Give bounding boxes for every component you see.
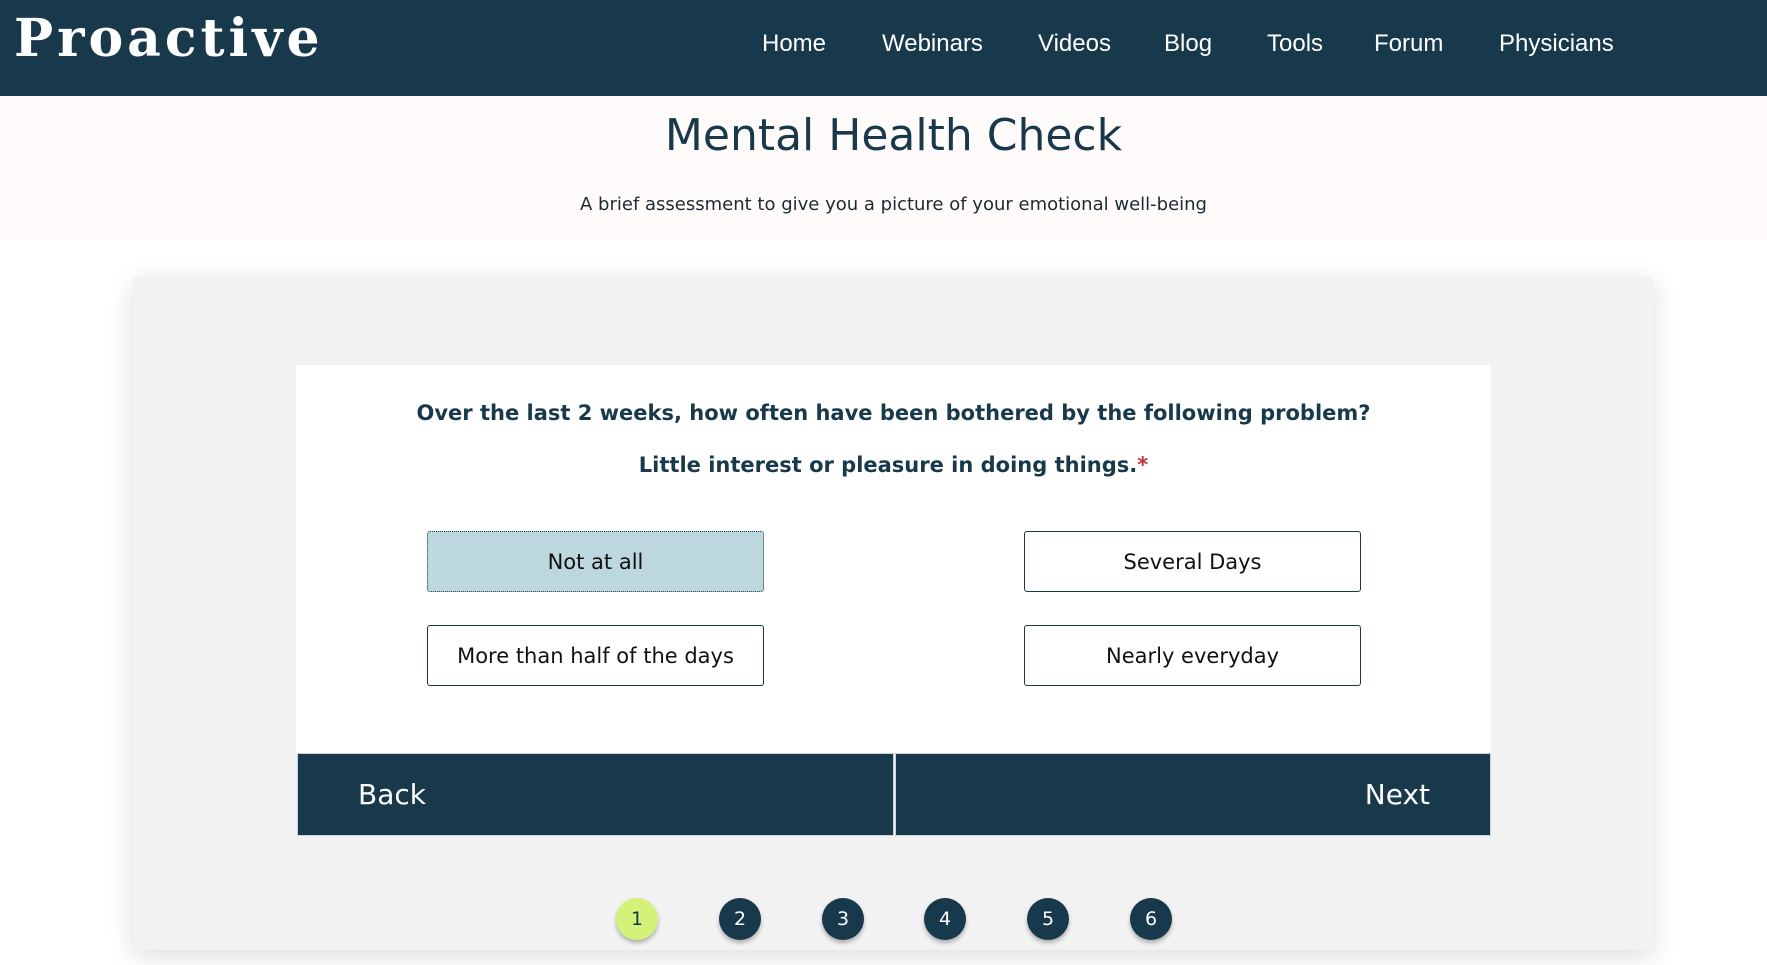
required-marker: *: [1137, 453, 1149, 477]
nav-item-forum[interactable]: Forum: [1374, 30, 1443, 58]
nav-item-blog[interactable]: Blog: [1164, 30, 1212, 58]
step-2[interactable]: 2: [719, 898, 761, 940]
main-nav: Home Webinars Videos Blog Tools Forum Ph…: [0, 30, 1767, 66]
step-6[interactable]: 6: [1130, 898, 1172, 940]
question-text: Over the last 2 weeks, how often have be…: [416, 401, 1371, 425]
nav-item-videos[interactable]: Videos: [1038, 30, 1111, 58]
top-navigation-bar: Proactive Home Webinars Videos Blog Tool…: [0, 0, 1767, 96]
option-more-than-half[interactable]: More than half of the days: [427, 625, 764, 686]
prompt-text: Little interest or pleasure in doing thi…: [638, 453, 1138, 477]
next-button-label: Next: [1364, 778, 1430, 811]
option-several-days[interactable]: Several Days: [1024, 531, 1361, 592]
page-header: Mental Health Check A brief assessment t…: [0, 96, 1767, 239]
step-1[interactable]: 1: [616, 898, 658, 940]
nav-item-home[interactable]: Home: [762, 30, 826, 58]
page-title: Mental Health Check: [664, 110, 1123, 161]
nav-item-tools[interactable]: Tools: [1267, 30, 1323, 58]
back-button-label: Back: [358, 778, 426, 811]
back-button[interactable]: Back: [297, 753, 894, 836]
step-4[interactable]: 4: [924, 898, 966, 940]
nav-item-physicians[interactable]: Physicians: [1499, 30, 1614, 58]
page-subtitle: A brief assessment to give you a picture…: [580, 194, 1207, 215]
question-prompt: Little interest or pleasure in doing thi…: [296, 453, 1491, 477]
step-5[interactable]: 5: [1027, 898, 1069, 940]
option-nearly-everyday[interactable]: Nearly everyday: [1024, 625, 1361, 686]
nav-item-webinars[interactable]: Webinars: [882, 30, 983, 58]
step-3[interactable]: 3: [822, 898, 864, 940]
option-not-at-all[interactable]: Not at all: [427, 531, 764, 592]
question-card: Over the last 2 weeks, how often have be…: [296, 365, 1491, 753]
next-button[interactable]: Next: [895, 753, 1491, 836]
